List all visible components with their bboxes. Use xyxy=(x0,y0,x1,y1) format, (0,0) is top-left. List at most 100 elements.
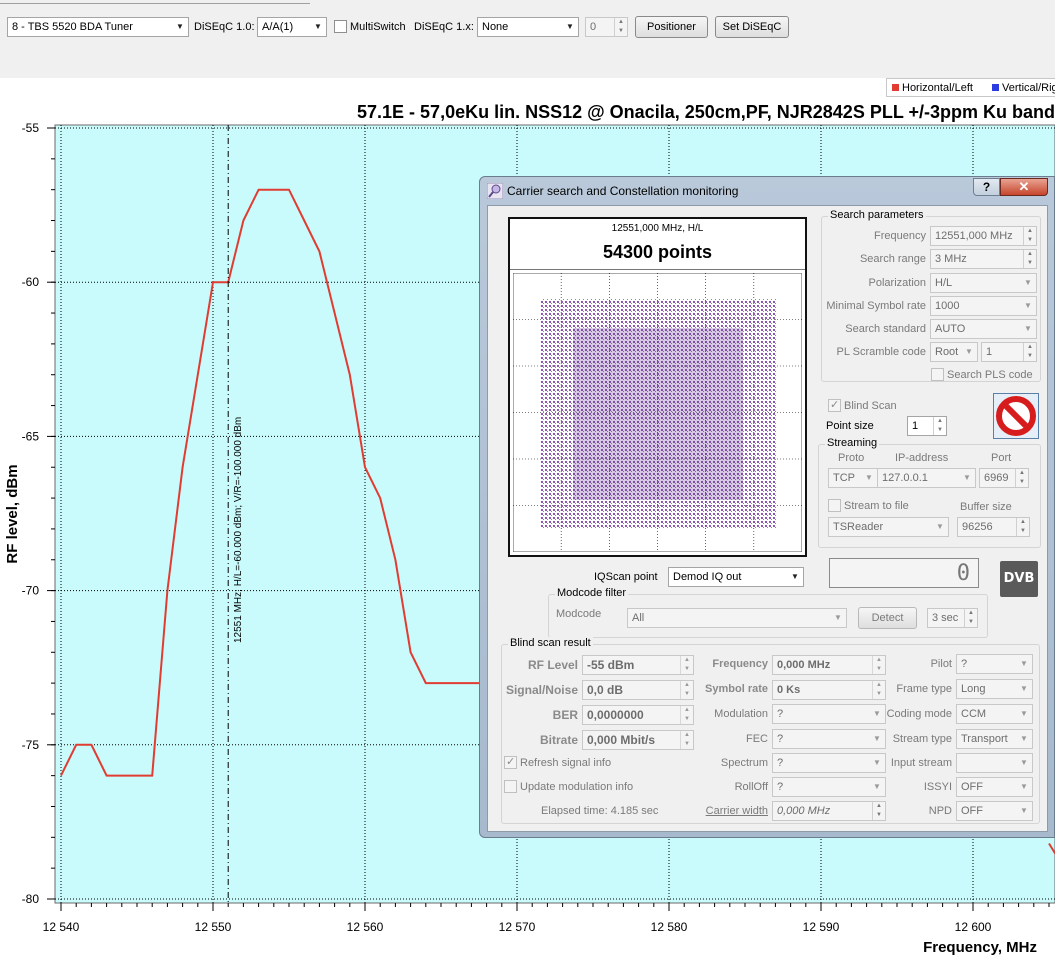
rf-level-label: RF Level xyxy=(527,658,578,672)
dialog-body: 12551,000 MHz, H/L 54300 points Search p… xyxy=(487,205,1048,832)
modcode-select[interactable]: All ▼ xyxy=(627,608,847,628)
constellation-plot xyxy=(513,273,802,552)
diseqc1x-number-value: 0 xyxy=(590,21,597,33)
constellation-frequency: 12551,000 MHz, H/L xyxy=(611,223,704,234)
modcode-value: All xyxy=(632,612,645,624)
multiswitch-checkbox[interactable] xyxy=(334,20,347,33)
search-range-input[interactable]: 3 MHz ▲ ▼ xyxy=(930,249,1037,269)
modulation-select[interactable]: ? ▼ xyxy=(772,704,886,724)
search-standard-select[interactable]: AUTO ▼ xyxy=(930,319,1037,339)
chevron-down-icon: ▼ xyxy=(314,22,322,31)
positioner-button[interactable]: Positioner xyxy=(635,16,708,38)
fec-select[interactable]: ? ▼ xyxy=(772,729,886,749)
blind-scan-checkbox[interactable] xyxy=(828,398,841,412)
symbol-rate-field: 0 Ks ▲ ▼ xyxy=(772,680,886,700)
close-button[interactable]: ✕ xyxy=(1000,178,1048,196)
iqscan-point-select[interactable]: Demod IQ out ▼ xyxy=(668,567,804,587)
diseqc10-label: DiSEqC 1.0: xyxy=(194,21,255,33)
chevron-down-icon: ▼ xyxy=(1020,782,1028,791)
stream-type-label: Stream type xyxy=(892,733,952,745)
proto-select[interactable]: TCP ▼ xyxy=(828,468,878,488)
search-pls-checkbox[interactable] xyxy=(931,368,944,381)
diseqc1x-number[interactable]: 0 ▲ ▼ xyxy=(585,17,628,37)
ts-reader-select[interactable]: TSReader ▼ xyxy=(828,517,949,537)
search-range-label: Search range xyxy=(859,253,926,265)
coding-mode-select[interactable]: CCM ▼ xyxy=(956,704,1033,724)
symbol-rate-label: Symbol rate xyxy=(705,683,768,695)
spin-arrows-icon: ▲ ▼ xyxy=(933,417,946,435)
min-symbol-rate-select[interactable]: 1000 ▼ xyxy=(930,296,1037,316)
update-modulation-checkbox[interactable] xyxy=(504,780,517,793)
legend-label: Horizontal/Left xyxy=(902,82,973,94)
diseqc10-select[interactable]: A/A(1) ▼ xyxy=(257,17,327,37)
set-diseqc-button[interactable]: Set DiSEqC xyxy=(715,16,789,38)
ip-address-select[interactable]: 127.0.0.1 ▼ xyxy=(877,468,976,488)
iqscan-point-value: Demod IQ out xyxy=(673,571,742,583)
npd-select[interactable]: OFF ▼ xyxy=(956,801,1033,821)
x-tick-label: 12 540 xyxy=(43,920,80,934)
legend-item-vertical: Vertical/Right xyxy=(992,82,1055,94)
frame-type-select[interactable]: Long ▼ xyxy=(956,679,1033,699)
pls-code-input[interactable]: 1 ▲ ▼ xyxy=(981,342,1037,362)
spin-arrows-icon: ▲ ▼ xyxy=(1023,250,1036,268)
ber-label: BER xyxy=(552,708,578,722)
frequency-input[interactable]: 12551,000 MHz ▲ ▼ xyxy=(930,226,1037,246)
spectrum-value: ? xyxy=(777,757,784,769)
chevron-down-icon: ▼ xyxy=(566,22,574,31)
pilot-value: ? xyxy=(961,658,968,670)
stop-icon xyxy=(996,396,1036,436)
chevron-down-icon: ▼ xyxy=(791,572,799,581)
stop-scan-button[interactable] xyxy=(993,393,1039,439)
tuner-select[interactable]: 8 - TBS 5520 BDA Tuner ▼ xyxy=(7,17,189,37)
chevron-down-icon: ▼ xyxy=(1024,301,1032,310)
chevron-down-icon: ▼ xyxy=(834,613,842,622)
y-tick-label: -75 xyxy=(22,738,40,752)
coding-mode-label: Coding mode xyxy=(886,708,952,720)
issyi-select[interactable]: OFF ▼ xyxy=(956,777,1033,797)
chevron-down-icon: ▼ xyxy=(1020,734,1028,743)
spin-arrows-icon: ▲ ▼ xyxy=(1016,518,1029,536)
carrier-width-field: 0,000 MHz ▲ ▼ xyxy=(772,801,886,821)
x-tick-label: 12 570 xyxy=(499,920,536,934)
detect-button[interactable]: Detect xyxy=(858,607,917,629)
polarization-label: Polarization xyxy=(868,277,926,289)
carrier-width-label[interactable]: Carrier width xyxy=(688,805,768,817)
x-tick-label: 12 590 xyxy=(803,920,840,934)
search-parameters-title: Search parameters xyxy=(828,209,926,221)
rolloff-select[interactable]: ? ▼ xyxy=(772,777,886,797)
port-input[interactable]: 6969 ▲ ▼ xyxy=(979,468,1029,488)
modcode-label: Modcode xyxy=(556,608,602,620)
chevron-down-icon: ▼ xyxy=(1020,806,1028,815)
rf-level-value: -55 dBm xyxy=(587,658,635,672)
result-frequency-value: 0,000 MHz xyxy=(777,659,831,671)
rolloff-value: ? xyxy=(777,781,784,793)
rf-level-field: -55 dBm ▲ ▼ xyxy=(582,655,694,675)
spectrum-select[interactable]: ? ▼ xyxy=(772,753,886,773)
chevron-down-icon: ▼ xyxy=(1024,324,1032,333)
elapsed-time: Elapsed time: 4.185 sec xyxy=(541,805,659,817)
diseqc10-value: A/A(1) xyxy=(262,21,294,33)
refresh-signal-checkbox[interactable] xyxy=(504,755,517,769)
stream-to-file-checkbox[interactable] xyxy=(828,499,841,512)
input-stream-select[interactable]: ▼ xyxy=(956,753,1033,773)
pls-mode-select[interactable]: Root ▼ xyxy=(930,342,978,362)
stream-type-select[interactable]: Transport ▼ xyxy=(956,729,1033,749)
diseqc1x-value: None xyxy=(482,21,509,33)
point-size-input[interactable]: 1 ▲ ▼ xyxy=(907,416,947,436)
pls-mode-value: Root xyxy=(935,346,959,358)
spectrum-label: Spectrum xyxy=(720,757,768,769)
detect-time-input[interactable]: 3 sec ▲ ▼ xyxy=(927,608,978,628)
ber-field: 0,0000000 ▲ ▼ xyxy=(582,705,694,725)
polarization-select[interactable]: H/L ▼ xyxy=(930,273,1037,293)
spin-arrows-icon: ▲ ▼ xyxy=(1023,343,1036,361)
legend-swatch xyxy=(992,84,999,91)
y-tick-label: -70 xyxy=(22,584,40,598)
ip-address-label: IP-address xyxy=(895,452,949,464)
carrier-width-value: 0,000 MHz xyxy=(777,805,831,817)
chart-legend: Horizontal/Left Vertical/Right xyxy=(886,78,1055,97)
help-button[interactable]: ? xyxy=(973,178,1000,196)
buffer-size-input[interactable]: 96256 ▲ ▼ xyxy=(957,517,1030,537)
search-standard-value: AUTO xyxy=(935,323,966,335)
diseqc1x-select[interactable]: None ▼ xyxy=(477,17,579,37)
pilot-select[interactable]: ? ▼ xyxy=(956,654,1033,674)
